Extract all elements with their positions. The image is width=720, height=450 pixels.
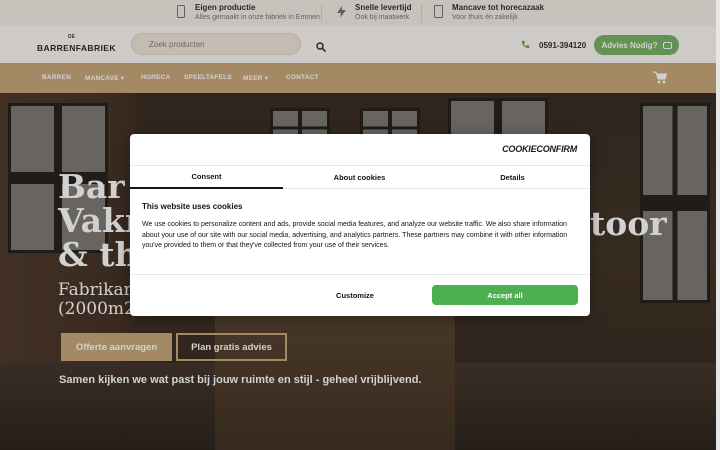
divider [130, 274, 590, 275]
tab-consent[interactable]: Consent [130, 166, 283, 189]
tab-about-cookies[interactable]: About cookies [283, 166, 436, 189]
scrollbar[interactable] [716, 0, 720, 450]
customize-button[interactable]: Customize [285, 285, 425, 305]
cookie-tabs: Consent About cookies Details [130, 165, 590, 189]
cookie-text: We use cookies to personalize content an… [142, 221, 568, 249]
accept-all-button[interactable]: Accept all [432, 285, 578, 305]
cookie-dialog: COOKIECONFIRM Consent About cookies Deta… [130, 134, 590, 316]
cookie-title: This website uses cookies [142, 202, 243, 211]
cookie-brand-logo: COOKIECONFIRM [502, 144, 577, 154]
tab-details[interactable]: Details [436, 166, 589, 189]
